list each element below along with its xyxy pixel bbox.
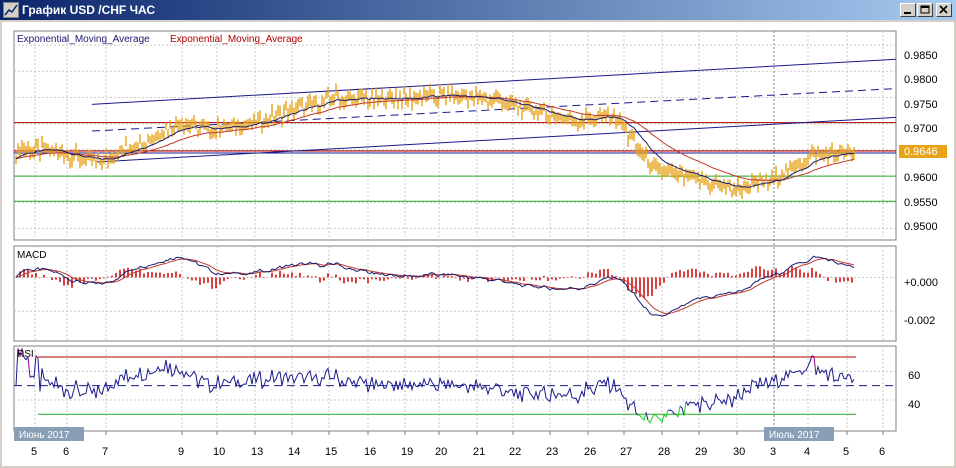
rsi-label: RSI bbox=[17, 349, 34, 360]
y-tick-label: 0.9700 bbox=[904, 123, 938, 135]
x-tick-label: 23 bbox=[546, 446, 558, 458]
x-tick-label: 5 bbox=[31, 446, 37, 458]
legend-ema-slow: Exponential_Moving_Average bbox=[170, 34, 303, 45]
month-badge-right-label: Июль 2017 bbox=[769, 430, 820, 441]
close-button[interactable] bbox=[936, 3, 952, 17]
y-tick-label: 0.9500 bbox=[904, 221, 938, 233]
x-tick-label: 20 bbox=[435, 446, 447, 458]
x-tick-label: 22 bbox=[509, 446, 521, 458]
month-badge-left-label: Июнь 2017 bbox=[19, 430, 70, 441]
x-tick-label: 16 bbox=[364, 446, 376, 458]
maximize-button[interactable] bbox=[917, 3, 933, 17]
x-tick-label: 10 bbox=[213, 446, 225, 458]
chart-window-icon[interactable] bbox=[3, 2, 19, 18]
window-title: График USD /CHF ЧАС bbox=[22, 3, 156, 17]
title-bar: График USD /CHF ЧАС bbox=[0, 0, 956, 20]
main-y-axis: 0.9850 0.9800 0.9750 0.9700 0.9650 0.960… bbox=[904, 50, 938, 233]
y-tick-label: 0.9600 bbox=[904, 172, 938, 184]
x-tick-label: 28 bbox=[658, 446, 670, 458]
y-tick-label: 0.9800 bbox=[904, 74, 938, 86]
x-tick-label: 27 bbox=[620, 446, 632, 458]
macd-y-tick-label: -0.002 bbox=[904, 315, 935, 327]
x-tick-label: 6 bbox=[879, 446, 885, 458]
macd-label: MACD bbox=[17, 250, 46, 261]
rsi-y-tick-label: 60 bbox=[908, 370, 920, 382]
macd-y-tick-label: +0.000 bbox=[904, 277, 938, 289]
current-price-label: 0.9646 bbox=[904, 146, 938, 158]
chart-area: Exponential_Moving_Average Exponential_M… bbox=[2, 22, 954, 466]
x-tick-label: 4 bbox=[804, 446, 810, 458]
rsi-y-tick-label: 40 bbox=[908, 399, 920, 411]
x-axis: 5 6 7 9 10 13 14 15 16 19 20 21 22 23 26 27 28 29 30 3 4 5 6 bbox=[31, 431, 885, 458]
y-tick-label: 0.9850 bbox=[904, 50, 938, 62]
macd-panel-frame bbox=[13, 245, 897, 342]
x-tick-label: 15 bbox=[325, 446, 337, 458]
x-tick-label: 5 bbox=[843, 446, 849, 458]
x-tick-label: 14 bbox=[288, 446, 300, 458]
y-tick-label: 0.9550 bbox=[904, 197, 938, 209]
x-tick-label: 26 bbox=[584, 446, 596, 458]
x-tick-label: 21 bbox=[473, 446, 485, 458]
x-tick-label: 3 bbox=[770, 446, 776, 458]
x-tick-label: 6 bbox=[63, 446, 69, 458]
x-tick-label: 7 bbox=[102, 446, 108, 458]
x-tick-label: 29 bbox=[695, 446, 707, 458]
chart-canvas[interactable]: Exponential_Moving_Average Exponential_M… bbox=[2, 22, 954, 466]
minimize-button[interactable] bbox=[900, 3, 916, 17]
main-panel-frame bbox=[13, 30, 897, 241]
x-tick-label: 30 bbox=[733, 446, 745, 458]
rsi-panel-frame bbox=[13, 345, 897, 432]
x-tick-label: 13 bbox=[251, 446, 263, 458]
x-tick-label: 9 bbox=[178, 446, 184, 458]
y-tick-label: 0.9750 bbox=[904, 99, 938, 111]
x-tick-label: 19 bbox=[401, 446, 413, 458]
legend-ema-fast: Exponential_Moving_Average bbox=[17, 34, 150, 45]
